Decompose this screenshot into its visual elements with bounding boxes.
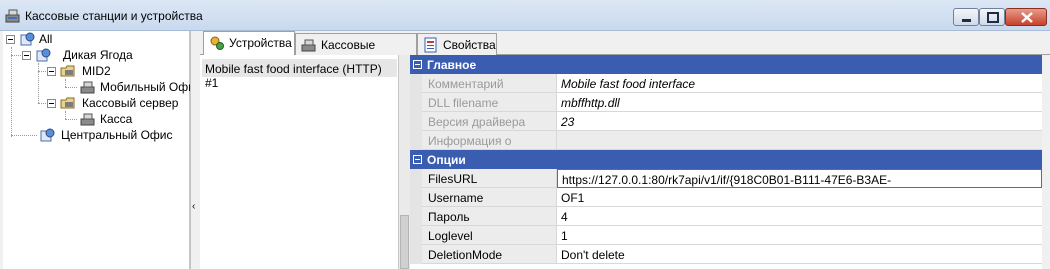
tree-node-all[interactable]: All [3, 31, 188, 47]
tree-node-mid2[interactable]: MID2 [3, 63, 188, 79]
tab-devices[interactable]: Устройства [203, 31, 295, 55]
tab-bar: Устройства Кассовые станции Свойства [200, 31, 1050, 66]
property-name: DeletionMode [422, 245, 557, 264]
collapse-icon[interactable] [47, 67, 56, 76]
section-title: Опции [427, 153, 466, 167]
tree-label: MID2 [82, 64, 111, 78]
title-bar: Кассовые станции и устройства [0, 0, 1050, 31]
cash-register-icon [301, 39, 316, 52]
device-list-item[interactable]: Mobile fast food interface (HTTP) #1 [202, 59, 397, 90]
section-main[interactable]: Главное [410, 55, 1042, 74]
property-value: mbffhttp.dll [557, 93, 1042, 112]
device-list: Mobile fast food interface (HTTP) #1 [200, 55, 399, 269]
tab-label: Устройства [229, 36, 292, 50]
property-name: Username [422, 188, 557, 207]
device-list-scrollbar[interactable] [399, 55, 410, 269]
tree-label: Кассовый сервер [82, 96, 179, 110]
property-value[interactable]: 1 [557, 226, 1042, 245]
property-name: Loglevel [422, 226, 557, 245]
collapse-arrow-icon[interactable]: ‹ [192, 201, 195, 212]
property-name: FilesURL [422, 169, 557, 188]
collapse-icon[interactable] [413, 60, 422, 69]
collapse-icon[interactable] [6, 35, 15, 44]
property-row[interactable]: Информация о версии [410, 131, 1042, 162]
collapse-icon[interactable] [413, 155, 422, 164]
folder-register-icon [60, 97, 75, 109]
tree-label: Касса [100, 112, 133, 126]
property-grid: Главное Комментарий Mobile fast food int… [410, 55, 1042, 269]
property-value[interactable]: Don't delete [557, 245, 1042, 264]
folder-register-icon [60, 65, 75, 77]
tab-properties[interactable]: Свойства [417, 33, 497, 55]
property-name: DLL filename [422, 93, 557, 112]
tree-node-cash-server[interactable]: Кассовый сервер [3, 95, 188, 111]
cash-register-icon [80, 113, 95, 126]
tree-label: All [39, 32, 53, 46]
section-options[interactable]: Опции [410, 150, 1042, 169]
files-url-input[interactable]: https://127.0.0.1:80/rk7api/v1/if/{918C0… [557, 169, 1042, 201]
restaurant-node-icon [36, 48, 51, 62]
tree-node-central-office[interactable]: Центральный Офис [3, 127, 188, 143]
maximize-button[interactable] [979, 8, 1005, 26]
station-tree[interactable]: All Дикая Ягода MID2 Мобильный Офиц Касс… [3, 31, 202, 269]
tree-node-register[interactable]: Касса [3, 111, 188, 127]
tree-label: Мобильный Офиц [100, 80, 202, 94]
property-name: Версия драйвера [422, 112, 557, 131]
tree-node-mobile-office[interactable]: Мобильный Офиц [3, 79, 202, 95]
property-name: Комментарий [422, 74, 557, 93]
property-value [557, 131, 1042, 150]
close-button[interactable] [1005, 8, 1047, 26]
tree-label: Дикая Ягода [63, 48, 133, 62]
cash-register-icon [5, 9, 20, 23]
property-row[interactable]: DeletionMode Don't delete [410, 245, 1042, 264]
cash-register-icon [80, 81, 95, 94]
panel-splitter[interactable]: ‹ [190, 31, 200, 269]
property-value[interactable]: 4 [557, 207, 1042, 226]
property-row[interactable]: Loglevel 1 [410, 226, 1042, 245]
office-node-icon [40, 128, 55, 142]
window-title: Кассовые станции и устройства [25, 9, 203, 23]
collapse-icon[interactable] [22, 51, 31, 60]
property-grid-scrollbar[interactable] [1042, 55, 1050, 269]
property-name: Информация о версии [422, 131, 557, 162]
property-value[interactable]: OF1 [557, 188, 1042, 207]
property-name: Пароль [422, 207, 557, 226]
property-row[interactable]: DLL filename mbffhttp.dll [410, 93, 1042, 112]
tree-node-restaurant[interactable]: Дикая Ягода [3, 47, 188, 63]
property-row[interactable]: FilesURL https://127.0.0.1:80/rk7api/v1/… [410, 169, 1042, 201]
main-frame: All Дикая Ягода MID2 Мобильный Офиц Касс… [0, 31, 1050, 269]
devices-icon [210, 36, 224, 50]
property-value: Mobile fast food interface [557, 74, 1042, 93]
scrollbar-thumb[interactable] [400, 215, 409, 269]
collapse-icon[interactable] [47, 99, 56, 108]
tab-label: Свойства [443, 38, 496, 52]
tab-cash-stations[interactable]: Кассовые станции [295, 33, 417, 66]
property-row[interactable]: Комментарий Mobile fast food interface [410, 74, 1042, 93]
property-row[interactable]: Пароль 4 [410, 207, 1042, 226]
properties-icon [424, 37, 437, 53]
property-row[interactable]: Версия драйвера 23 [410, 112, 1042, 131]
globe-node-icon [20, 32, 35, 46]
property-value: 23 [557, 112, 1042, 131]
section-title: Главное [427, 58, 477, 72]
minimize-button[interactable] [953, 8, 979, 26]
property-row[interactable]: Username OF1 [410, 188, 1042, 207]
tree-label: Центральный Офис [61, 128, 173, 142]
